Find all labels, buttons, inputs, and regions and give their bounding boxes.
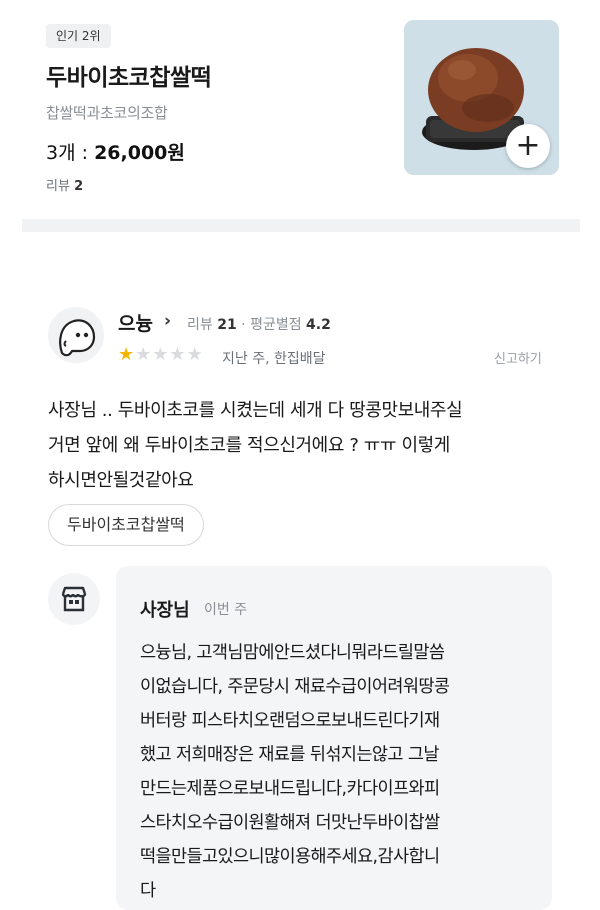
- review-text: 사장님 .. 두바이초코를 시켰는데 세개 다 땅콩맛보내주실 거면 앞에 왜 …: [48, 393, 578, 498]
- reviewer-rating-value: 4.2: [306, 317, 331, 333]
- add-to-cart-button[interactable]: +: [506, 124, 550, 168]
- star-empty-icon: ★: [135, 344, 152, 365]
- reply-text-line: 버터랑 피스타치오랜덤으로보내드린다기재: [140, 711, 440, 731]
- reviewer-name[interactable]: 으늉: [118, 309, 153, 336]
- star-empty-icon: ★: [169, 344, 186, 365]
- star-rating: ★ ★ ★ ★ ★: [118, 345, 203, 365]
- popularity-badge: 인기 2위: [46, 24, 111, 48]
- section-divider: [22, 219, 580, 232]
- review-time: 지난 주, 한집배달: [222, 351, 326, 367]
- chevron-right-icon[interactable]: ›: [164, 311, 171, 331]
- review-text-line: 사장님 .. 두바이초코를 시켰는데 세개 다 땅콩맛보내주실: [48, 400, 463, 421]
- reply-text-line: 스타치오수급이원활해져 더맛난두바이찹쌀: [140, 813, 440, 833]
- menu-review-label: 리뷰: [46, 179, 75, 194]
- review-text-line: 하시면안될것같아요: [48, 470, 194, 491]
- reply-text-line: 다: [140, 881, 156, 901]
- plus-icon: +: [515, 128, 541, 163]
- star-empty-icon: ★: [152, 344, 169, 365]
- reviewer-avatar[interactable]: [48, 307, 104, 363]
- reply-text-line: 만드는제품으로보내드립니다,카다이프와피: [140, 779, 440, 799]
- menu-name: 두바이초코찹쌀떡: [46, 65, 212, 91]
- menu-price: 3개 : 26,000원: [46, 138, 185, 165]
- menu-review-number: 2: [74, 179, 84, 194]
- menu-description: 찹쌀떡과초코의조합: [46, 104, 168, 122]
- report-link[interactable]: 신고하기: [494, 348, 542, 367]
- menu-card[interactable]: 인기 2위 두바이초코찹쌀떡 찹쌀떡과초코의조합 3개 : 26,000원 리뷰…: [0, 0, 600, 218]
- menu-price-amount: 26,000원: [94, 142, 185, 164]
- reviewer-stats: 리뷰 21 · 평균별점 4.2: [187, 314, 331, 334]
- ghost-avatar-icon: [48, 307, 104, 363]
- reply-text-line: 떡을만들고있으니많이용해주세요,감사합니: [140, 847, 440, 867]
- meta-separator: ·: [236, 317, 251, 333]
- reply-text-line: 으늉님, 고객님맘에안드셨다니뭐라드릴말씀: [140, 643, 445, 663]
- reply-time: 이번 주: [204, 602, 248, 618]
- storefront-icon: [61, 586, 87, 612]
- star-empty-icon: ★: [186, 344, 203, 365]
- reviewer-rating-label: 평균별점: [250, 317, 307, 333]
- reply-text-line: 했고 저희매장은 재료를 뒤섞지는않고 그날: [140, 745, 439, 765]
- reply-text-line: 이없습니다, 주문당시 재료수급이어려워땅콩: [140, 677, 450, 697]
- reviewer-review-label: 리뷰: [187, 317, 218, 333]
- menu-quantity: 3개 :: [46, 142, 95, 164]
- owner-name: 사장님: [140, 600, 190, 621]
- store-icon: [48, 573, 100, 625]
- menu-review-count: 리뷰 2: [46, 175, 83, 194]
- owner-reply-text: 으늉님, 고객님맘에안드셨다니뭐라드릴말씀 이없습니다, 주문당시 재료수급이어…: [140, 636, 540, 908]
- reviewer-review-count: 21: [217, 317, 237, 333]
- review-text-line: 거면 앞에 왜 두바이초코를 적으신거에요 ? ㅠㅠ 이렇게: [48, 435, 450, 456]
- ordered-menu-tag[interactable]: 두바이초코찹쌀떡: [48, 504, 204, 546]
- star-filled-icon: ★: [118, 344, 135, 365]
